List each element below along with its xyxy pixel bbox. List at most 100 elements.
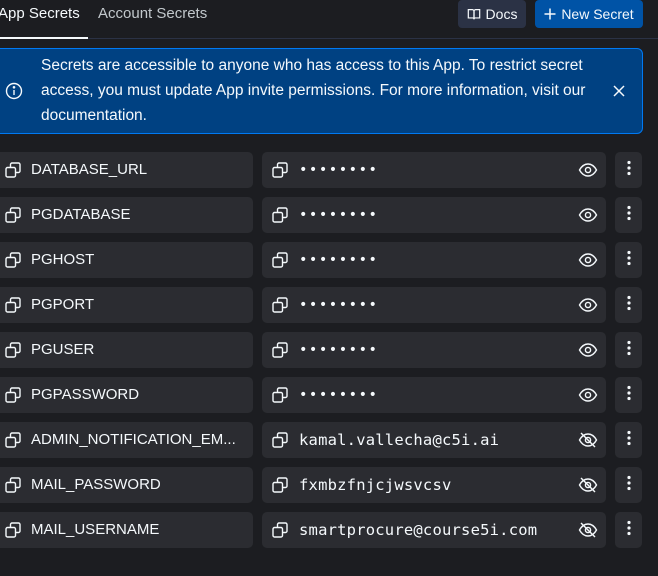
banner-message: Secrets are accessible to anyone who has… xyxy=(41,57,586,124)
more-vertical-icon xyxy=(626,520,631,541)
info-banner: Secrets are accessible to anyone who has… xyxy=(0,48,643,134)
secret-row: PGHOST •••••••• xyxy=(0,242,658,278)
secret-key-field[interactable]: MAIL_USERNAME xyxy=(0,512,253,548)
more-vertical-icon xyxy=(626,295,631,316)
copy-icon[interactable] xyxy=(4,206,22,224)
secret-key-field[interactable]: PGDATABASE xyxy=(0,197,253,233)
copy-icon[interactable] xyxy=(271,386,289,404)
secret-row: MAIL_PASSWORD fxmbzfnjcjwsvcsv xyxy=(0,467,658,503)
more-vertical-icon xyxy=(626,385,631,406)
copy-icon[interactable] xyxy=(271,206,289,224)
copy-icon[interactable] xyxy=(271,296,289,314)
more-options-button[interactable] xyxy=(615,332,642,368)
eye-icon[interactable] xyxy=(578,341,598,359)
secret-row: MAIL_USERNAME smartprocure@course5i.com xyxy=(0,512,658,548)
secret-value-field[interactable]: •••••••• xyxy=(262,377,606,413)
secret-key: MAIL_PASSWORD xyxy=(31,476,161,493)
secret-value: •••••••• xyxy=(299,162,379,178)
more-options-button[interactable] xyxy=(615,242,642,278)
docs-label: Docs xyxy=(485,6,518,22)
more-options-button[interactable] xyxy=(615,467,642,503)
eye-icon[interactable] xyxy=(578,161,598,179)
secret-row: DATABASE_URL •••••••• xyxy=(0,152,658,188)
eye-off-icon[interactable] xyxy=(578,431,598,449)
info-icon xyxy=(5,82,23,100)
copy-icon[interactable] xyxy=(271,431,289,449)
more-vertical-icon xyxy=(626,160,631,181)
secret-value-field[interactable]: smartprocure@course5i.com xyxy=(262,512,606,548)
copy-icon[interactable] xyxy=(4,251,22,269)
docs-button[interactable]: Docs xyxy=(458,0,526,28)
secret-key: DATABASE_URL xyxy=(31,161,148,178)
copy-icon[interactable] xyxy=(271,251,289,269)
secret-key-field[interactable]: ADMIN_NOTIFICATION_EM... xyxy=(0,422,253,458)
copy-icon[interactable] xyxy=(271,341,289,359)
copy-icon[interactable] xyxy=(4,476,22,494)
secret-key: PGUSER xyxy=(31,341,95,358)
more-options-button[interactable] xyxy=(615,422,642,458)
secret-value-field[interactable]: •••••••• xyxy=(262,242,606,278)
eye-off-icon[interactable] xyxy=(578,521,598,539)
more-options-button[interactable] xyxy=(615,512,642,548)
secret-value-field[interactable]: •••••••• xyxy=(262,287,606,323)
secret-key: MAIL_USERNAME xyxy=(31,521,160,538)
secret-row: ADMIN_NOTIFICATION_EM... kamal.vallecha@… xyxy=(0,422,658,458)
secret-value: •••••••• xyxy=(299,207,379,223)
more-options-button[interactable] xyxy=(615,197,642,233)
copy-icon[interactable] xyxy=(4,161,22,179)
copy-icon[interactable] xyxy=(271,521,289,539)
secret-value: kamal.vallecha@c5i.ai xyxy=(299,431,500,449)
secret-value-field[interactable]: •••••••• xyxy=(262,197,606,233)
secret-row: PGUSER •••••••• xyxy=(0,332,658,368)
eye-icon[interactable] xyxy=(578,386,598,404)
copy-icon[interactable] xyxy=(4,521,22,539)
secret-key-field[interactable]: PGPASSWORD xyxy=(0,377,253,413)
secret-key-field[interactable]: PGHOST xyxy=(0,242,253,278)
secret-key: PGHOST xyxy=(31,251,95,268)
secret-key: PGPORT xyxy=(31,296,95,313)
secret-value-field[interactable]: •••••••• xyxy=(262,332,606,368)
secret-key: ADMIN_NOTIFICATION_EM... xyxy=(31,431,236,448)
secret-value: •••••••• xyxy=(299,342,379,358)
tab-account-secrets[interactable]: Account Secrets xyxy=(98,0,207,39)
more-options-button[interactable] xyxy=(615,287,642,323)
secret-value-field[interactable]: kamal.vallecha@c5i.ai xyxy=(262,422,606,458)
copy-icon[interactable] xyxy=(4,431,22,449)
new-secret-button[interactable]: New Secret xyxy=(535,0,643,28)
copy-icon[interactable] xyxy=(4,386,22,404)
secret-row: PGPASSWORD •••••••• xyxy=(0,377,658,413)
secret-value-field[interactable]: fxmbzfnjcjwsvcsv xyxy=(262,467,606,503)
secret-key: PGPASSWORD xyxy=(31,386,140,403)
more-vertical-icon xyxy=(626,430,631,451)
eye-icon[interactable] xyxy=(578,296,598,314)
secrets-header: App Secrets Account Secrets Docs New Sec… xyxy=(0,0,658,39)
copy-icon[interactable] xyxy=(4,296,22,314)
secret-value: •••••••• xyxy=(299,297,379,313)
more-vertical-icon xyxy=(626,250,631,271)
secret-value: smartprocure@course5i.com xyxy=(299,521,538,539)
copy-icon[interactable] xyxy=(271,476,289,494)
more-vertical-icon xyxy=(626,475,631,496)
eye-icon[interactable] xyxy=(578,251,598,269)
eye-icon[interactable] xyxy=(578,206,598,224)
copy-icon[interactable] xyxy=(4,341,22,359)
close-icon[interactable] xyxy=(611,83,627,99)
secret-row: PGDATABASE •••••••• xyxy=(0,197,658,233)
book-icon xyxy=(467,7,481,21)
more-options-button[interactable] xyxy=(615,152,642,188)
secret-value: •••••••• xyxy=(299,252,379,268)
plus-icon xyxy=(544,8,556,20)
secret-value-field[interactable]: •••••••• xyxy=(262,152,606,188)
more-vertical-icon xyxy=(626,340,631,361)
more-options-button[interactable] xyxy=(615,377,642,413)
secret-key-field[interactable]: PGPORT xyxy=(0,287,253,323)
secret-key-field[interactable]: PGUSER xyxy=(0,332,253,368)
secret-value: fxmbzfnjcjwsvcsv xyxy=(299,476,452,494)
eye-off-icon[interactable] xyxy=(578,476,598,494)
new-secret-label: New Secret xyxy=(561,6,634,22)
tab-app-secrets[interactable]: App Secrets xyxy=(0,0,88,39)
secret-key-field[interactable]: DATABASE_URL xyxy=(0,152,253,188)
secret-key-field[interactable]: MAIL_PASSWORD xyxy=(0,467,253,503)
more-vertical-icon xyxy=(626,205,631,226)
copy-icon[interactable] xyxy=(271,161,289,179)
